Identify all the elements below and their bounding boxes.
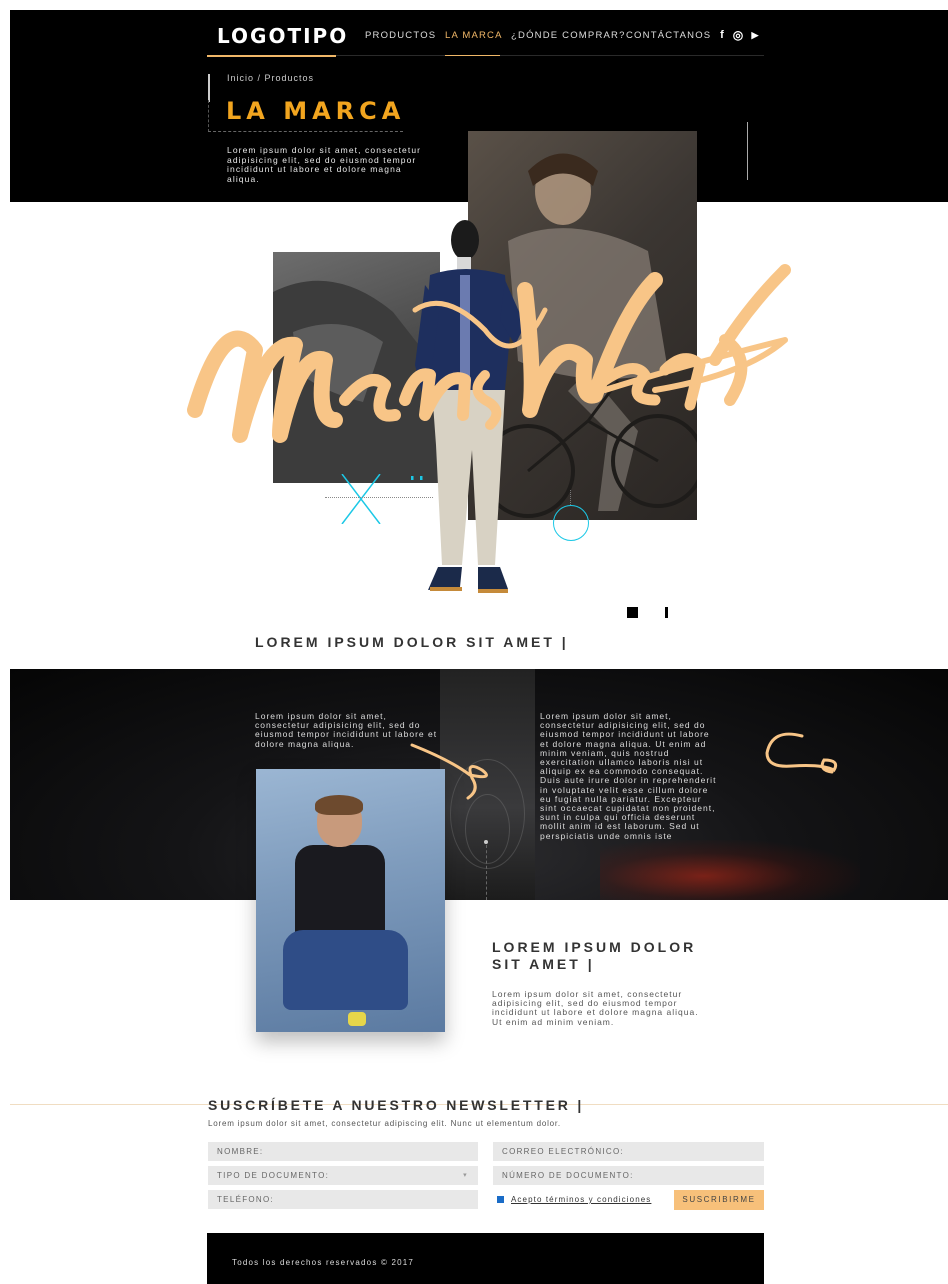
title-frame-horizontal [208, 131, 403, 132]
red-light-trail [600, 840, 860, 900]
logo-underline [207, 55, 336, 57]
breadcrumb[interactable]: Inicio / Productos [227, 73, 314, 83]
feature-text: Lorem ipsum dolor sit amet, consectetur … [492, 989, 699, 1027]
document-type-select[interactable]: TIPO DE DOCUMENTO: ▾ [208, 1166, 478, 1185]
circle-decoration [553, 505, 589, 541]
squiggle-decoration-right [765, 732, 838, 774]
nav-item-productos[interactable]: PRODUCTOS [365, 30, 436, 41]
facebook-icon[interactable]: f [716, 29, 728, 41]
terms-checkbox[interactable] [497, 1196, 504, 1203]
name-field[interactable]: NOMBRE: [208, 1142, 478, 1161]
feature-title: LOREM IPSUM DOLOR SIT AMET | [492, 939, 697, 972]
menswear-script-lettering [187, 264, 791, 443]
title-frame-vertical [208, 100, 209, 132]
hero-tagline: LOREM IPSUM DOLOR SIT AMET | [255, 634, 569, 650]
page-title: LA MARCA [226, 97, 406, 125]
tunnel-dashed-line [486, 845, 487, 900]
nav-divider [336, 55, 764, 56]
tunnel-center-dot [484, 840, 488, 844]
nav-item-donde-comprar[interactable]: ¿DÓNDE COMPRAR? [511, 30, 626, 41]
footer-copyright: Todos los derechos reservados © 2017 [232, 1258, 415, 1267]
newsletter-subtitle: Lorem ipsum dolor sit amet, consectetur … [208, 1119, 561, 1128]
terms-link[interactable]: Acepto términos y condiciones [511, 1195, 651, 1204]
subscribe-button[interactable]: SUSCRIBIRME [674, 1190, 764, 1210]
hero-intro-text: Lorem ipsum dolor sit amet, consectetur … [227, 145, 422, 184]
cross-decoration [341, 474, 381, 524]
document-type-label: TIPO DE DOCUMENTO: [217, 1171, 330, 1180]
dark-section-text-right: Lorem ipsum dolor sit amet, consectetur … [540, 711, 717, 841]
newsletter-title: SUSCRÍBETE A NUESTRO NEWSLETTER | [208, 1097, 585, 1113]
email-field[interactable]: CORREO ELECTRÓNICO: [493, 1142, 764, 1161]
accent-bar-left [208, 74, 210, 102]
nav-active-indicator [445, 55, 500, 56]
bar-decoration [665, 607, 668, 618]
phone-field[interactable]: TELÉFONO: [208, 1190, 478, 1209]
dots-decoration [411, 476, 423, 480]
nav-item-contactanos[interactable]: CONTÁCTANOS [626, 30, 711, 41]
dotted-guide-horizontal [325, 497, 433, 498]
square-decoration [627, 607, 638, 618]
person-shoe [348, 1012, 366, 1026]
chevron-down-icon: ▾ [463, 1172, 468, 1179]
youtube-icon[interactable]: ▶ [749, 29, 761, 41]
person-shirt [295, 845, 385, 940]
accent-bar-right [747, 122, 748, 180]
instagram-icon[interactable]: ◎ [732, 29, 744, 41]
person-hair [315, 795, 363, 815]
tunnel-arch-inner [465, 794, 510, 864]
document-number-field[interactable]: NÚMERO DE DOCUMENTO: [493, 1166, 764, 1185]
logo[interactable]: LOGOTIPO [217, 24, 348, 48]
person-jeans [283, 930, 408, 1010]
nav-item-la-marca[interactable]: LA MARCA [445, 30, 503, 41]
dotted-guide-vertical [570, 490, 571, 505]
